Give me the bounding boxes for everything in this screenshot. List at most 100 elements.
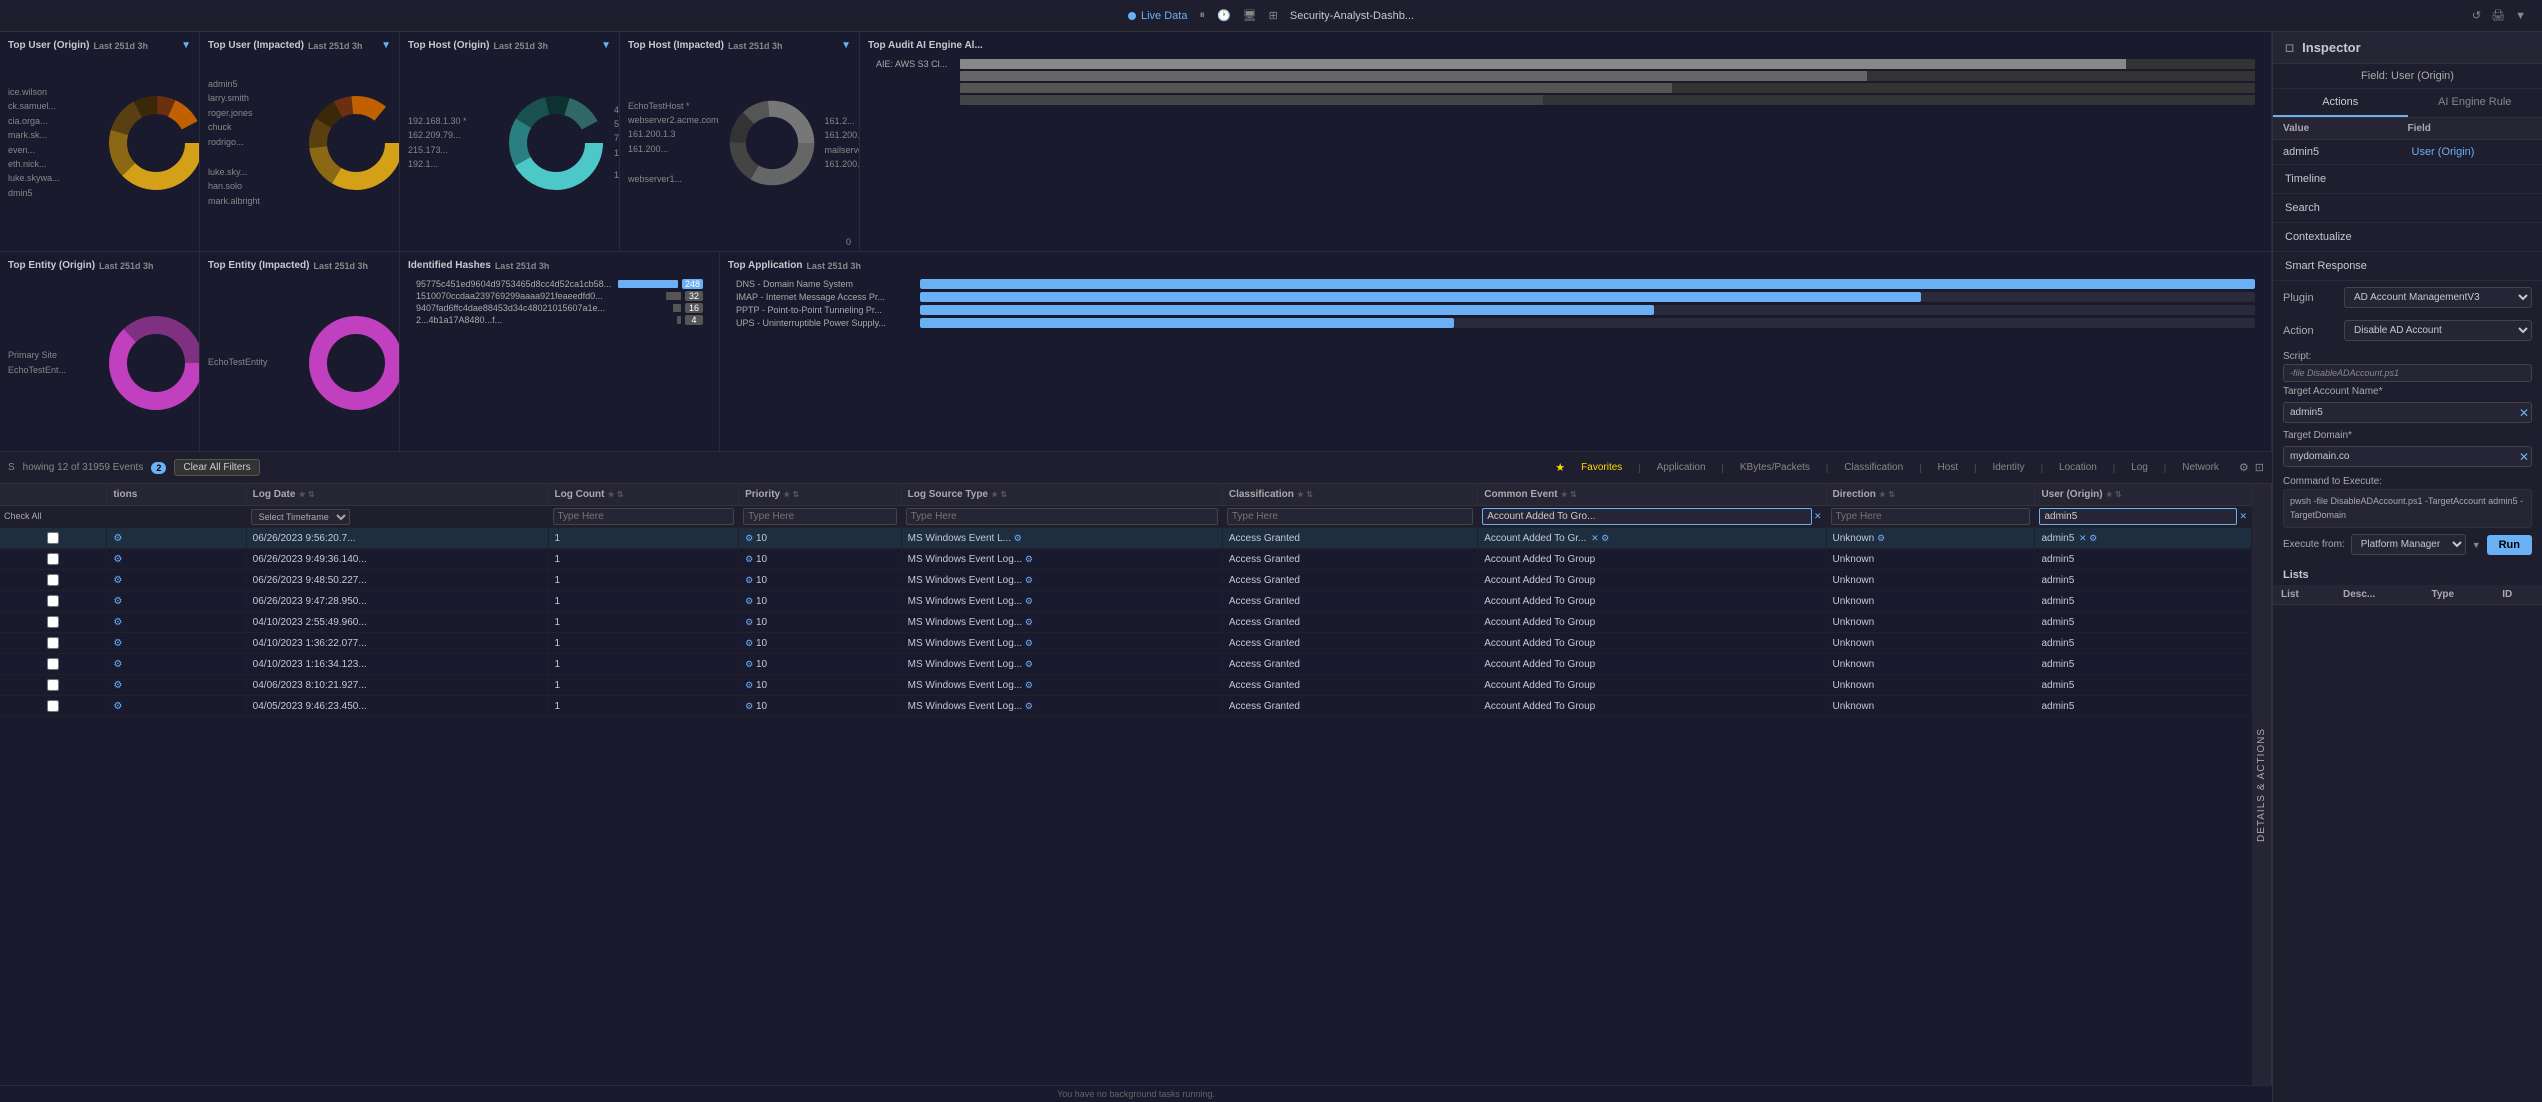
inspector-tab-ai-engine[interactable]: AI Engine Rule — [2408, 89, 2542, 117]
clear-filters-button[interactable]: Clear All Filters — [174, 459, 259, 476]
tab-favorites[interactable]: Favorites — [1577, 460, 1626, 475]
th-userorigin[interactable]: User (Origin) ★ ⇅ — [2035, 484, 2252, 506]
th-logsource[interactable]: Log Source Type ★ ⇅ — [901, 484, 1222, 506]
row-priority-gear-4[interactable]: ⚙ — [745, 617, 753, 627]
commonevent-clear-0[interactable]: ✕ — [1591, 533, 1599, 543]
tab-location[interactable]: Location — [2055, 460, 2101, 475]
logsource-filter-input[interactable] — [906, 508, 1218, 525]
sort-logcount-icon[interactable]: ★ ⇅ — [607, 490, 623, 499]
logcount-filter-input[interactable] — [553, 508, 735, 525]
classification-filter-input[interactable] — [1227, 508, 1473, 525]
details-actions-sidebar[interactable]: DETAILS & ACTIONS — [2252, 484, 2272, 1085]
inspector-action-timeline[interactable]: Timeline — [2273, 165, 2542, 194]
tab-application[interactable]: Application — [1653, 460, 1710, 475]
tab-log[interactable]: Log — [2127, 460, 2152, 475]
pause-icon[interactable]: ⏸ — [1199, 9, 1205, 22]
row-logsource-gear-8[interactable]: ⚙ — [1025, 701, 1033, 711]
inspector-execute-select[interactable]: Platform Manager — [2351, 534, 2466, 555]
inspector-target-domain-input[interactable] — [2284, 447, 2517, 466]
row-priority-gear-5[interactable]: ⚙ — [745, 638, 753, 648]
row-gear-icon-8[interactable]: ⚙ — [113, 701, 122, 712]
row-logsource-gear-5[interactable]: ⚙ — [1025, 638, 1033, 648]
direction-gear-0[interactable]: ⚙ — [1877, 533, 1885, 543]
th-classification[interactable]: Classification ★ ⇅ — [1222, 484, 1477, 506]
row-logsource-gear-3[interactable]: ⚙ — [1025, 596, 1033, 606]
inspector-plugin-select[interactable]: AD Account ManagementV3 — [2344, 287, 2532, 308]
th-logdate[interactable]: Log Date ★ ⇅ — [246, 484, 548, 506]
row-checkbox-0[interactable] — [47, 532, 59, 544]
inspector-action-smart-response[interactable]: Smart Response — [2273, 252, 2542, 281]
inspector-target-account-input[interactable] — [2284, 403, 2517, 422]
grid-icon[interactable]: ⊞ — [1269, 9, 1278, 22]
tab-kbytes[interactable]: KBytes/Packets — [1736, 460, 1814, 475]
inspector-target-account-clear[interactable]: ✕ — [2517, 406, 2531, 420]
row-checkbox-4[interactable] — [47, 616, 59, 628]
th-commonevent[interactable]: Common Event ★ ⇅ — [1478, 484, 1826, 506]
filter-icon-user-impacted[interactable]: ▼ — [381, 40, 391, 51]
row-gear-icon-2[interactable]: ⚙ — [113, 575, 122, 586]
row-checkbox-6[interactable] — [47, 658, 59, 670]
filter-icon-host-origin[interactable]: ▼ — [601, 40, 611, 51]
filter-icon[interactable]: ▼ — [2515, 10, 2526, 22]
tab-identity[interactable]: Identity — [1988, 460, 2028, 475]
tab-network[interactable]: Network — [2178, 460, 2223, 475]
filter-icon-user-origin[interactable]: ▼ — [181, 40, 191, 51]
row-logsource-gear-4[interactable]: ⚙ — [1025, 617, 1033, 627]
row-checkbox-7[interactable] — [47, 679, 59, 691]
row-logsource-gear-1[interactable]: ⚙ — [1025, 554, 1033, 564]
monitor-icon[interactable]: 🖥 — [1243, 9, 1257, 22]
table-expand-icon[interactable]: ⊡ — [2255, 461, 2264, 474]
row-logsource-gear-0[interactable]: ⚙ — [1014, 533, 1022, 543]
filter-icon-host-impacted[interactable]: ▼ — [841, 40, 851, 51]
row-gear-icon-7[interactable]: ⚙ — [113, 680, 122, 691]
row-gear-icon-3[interactable]: ⚙ — [113, 596, 122, 607]
sort-logsource-icon[interactable]: ★ ⇅ — [991, 490, 1007, 499]
row-priority-gear-3[interactable]: ⚙ — [745, 596, 753, 606]
commonevent-filter-clear[interactable]: ✕ — [1814, 511, 1822, 522]
clock-icon[interactable]: 🕐 — [1217, 9, 1231, 22]
sort-commonevent-icon[interactable]: ★ ⇅ — [1561, 490, 1577, 499]
inspector-target-domain-clear[interactable]: ✕ — [2517, 450, 2531, 464]
row-gear-icon-4[interactable]: ⚙ — [113, 617, 122, 628]
row-gear-icon-5[interactable]: ⚙ — [113, 638, 122, 649]
inspector-action-search[interactable]: Search — [2273, 194, 2542, 223]
row-gear-icon-6[interactable]: ⚙ — [113, 659, 122, 670]
commonevent-gear-0[interactable]: ⚙ — [1599, 533, 1610, 543]
direction-filter-input[interactable] — [1831, 508, 2031, 525]
row-checkbox-1[interactable] — [47, 553, 59, 565]
userorigin-filter-input[interactable] — [2039, 508, 2237, 525]
check-all-button[interactable]: Check All — [4, 511, 42, 521]
row-priority-gear-6[interactable]: ⚙ — [745, 659, 753, 669]
userorigin-gear-0[interactable]: ⚙ — [2087, 533, 2098, 543]
tab-host[interactable]: Host — [1934, 460, 1963, 475]
row-checkbox-8[interactable] — [47, 700, 59, 712]
row-checkbox-2[interactable] — [47, 574, 59, 586]
row-priority-gear-2[interactable]: ⚙ — [745, 575, 753, 585]
inspector-action-select[interactable]: Disable AD Account — [2344, 320, 2532, 341]
table-settings-icon[interactable]: ⚙ — [2239, 461, 2249, 474]
inspector-run-button[interactable]: Run — [2487, 535, 2532, 555]
sort-classification-icon[interactable]: ★ ⇅ — [1297, 490, 1313, 499]
th-logcount[interactable]: Log Count ★ ⇅ — [548, 484, 739, 506]
row-priority-gear-0[interactable]: ⚙ — [745, 533, 753, 543]
th-priority[interactable]: Priority ★ ⇅ — [739, 484, 902, 506]
sort-logdate-icon[interactable]: ★ ⇅ — [298, 490, 314, 499]
priority-filter-input[interactable] — [743, 508, 897, 525]
sort-direction-icon[interactable]: ★ ⇅ — [1879, 490, 1895, 499]
inspector-tab-actions[interactable]: Actions — [2273, 89, 2408, 117]
sort-userorigin-icon[interactable]: ★ ⇅ — [2106, 490, 2122, 499]
row-logsource-gear-6[interactable]: ⚙ — [1025, 659, 1033, 669]
inspector-action-contextualize[interactable]: Contextualize — [2273, 223, 2542, 252]
row-priority-gear-8[interactable]: ⚙ — [745, 701, 753, 711]
row-checkbox-5[interactable] — [47, 637, 59, 649]
inspector-script-input[interactable] — [2283, 364, 2532, 382]
row-checkbox-3[interactable] — [47, 595, 59, 607]
sort-priority-icon[interactable]: ★ ⇅ — [783, 490, 799, 499]
refresh-icon[interactable]: ↺ — [2472, 9, 2481, 22]
row-gear-icon-0[interactable]: ⚙ — [113, 533, 122, 544]
tab-classification[interactable]: Classification — [1840, 460, 1907, 475]
timeframe-select[interactable]: Select Timeframe — [251, 509, 350, 525]
row-priority-gear-7[interactable]: ⚙ — [745, 680, 753, 690]
userorigin-filter-clear[interactable]: ✕ — [2239, 511, 2247, 522]
row-logsource-gear-7[interactable]: ⚙ — [1025, 680, 1033, 690]
